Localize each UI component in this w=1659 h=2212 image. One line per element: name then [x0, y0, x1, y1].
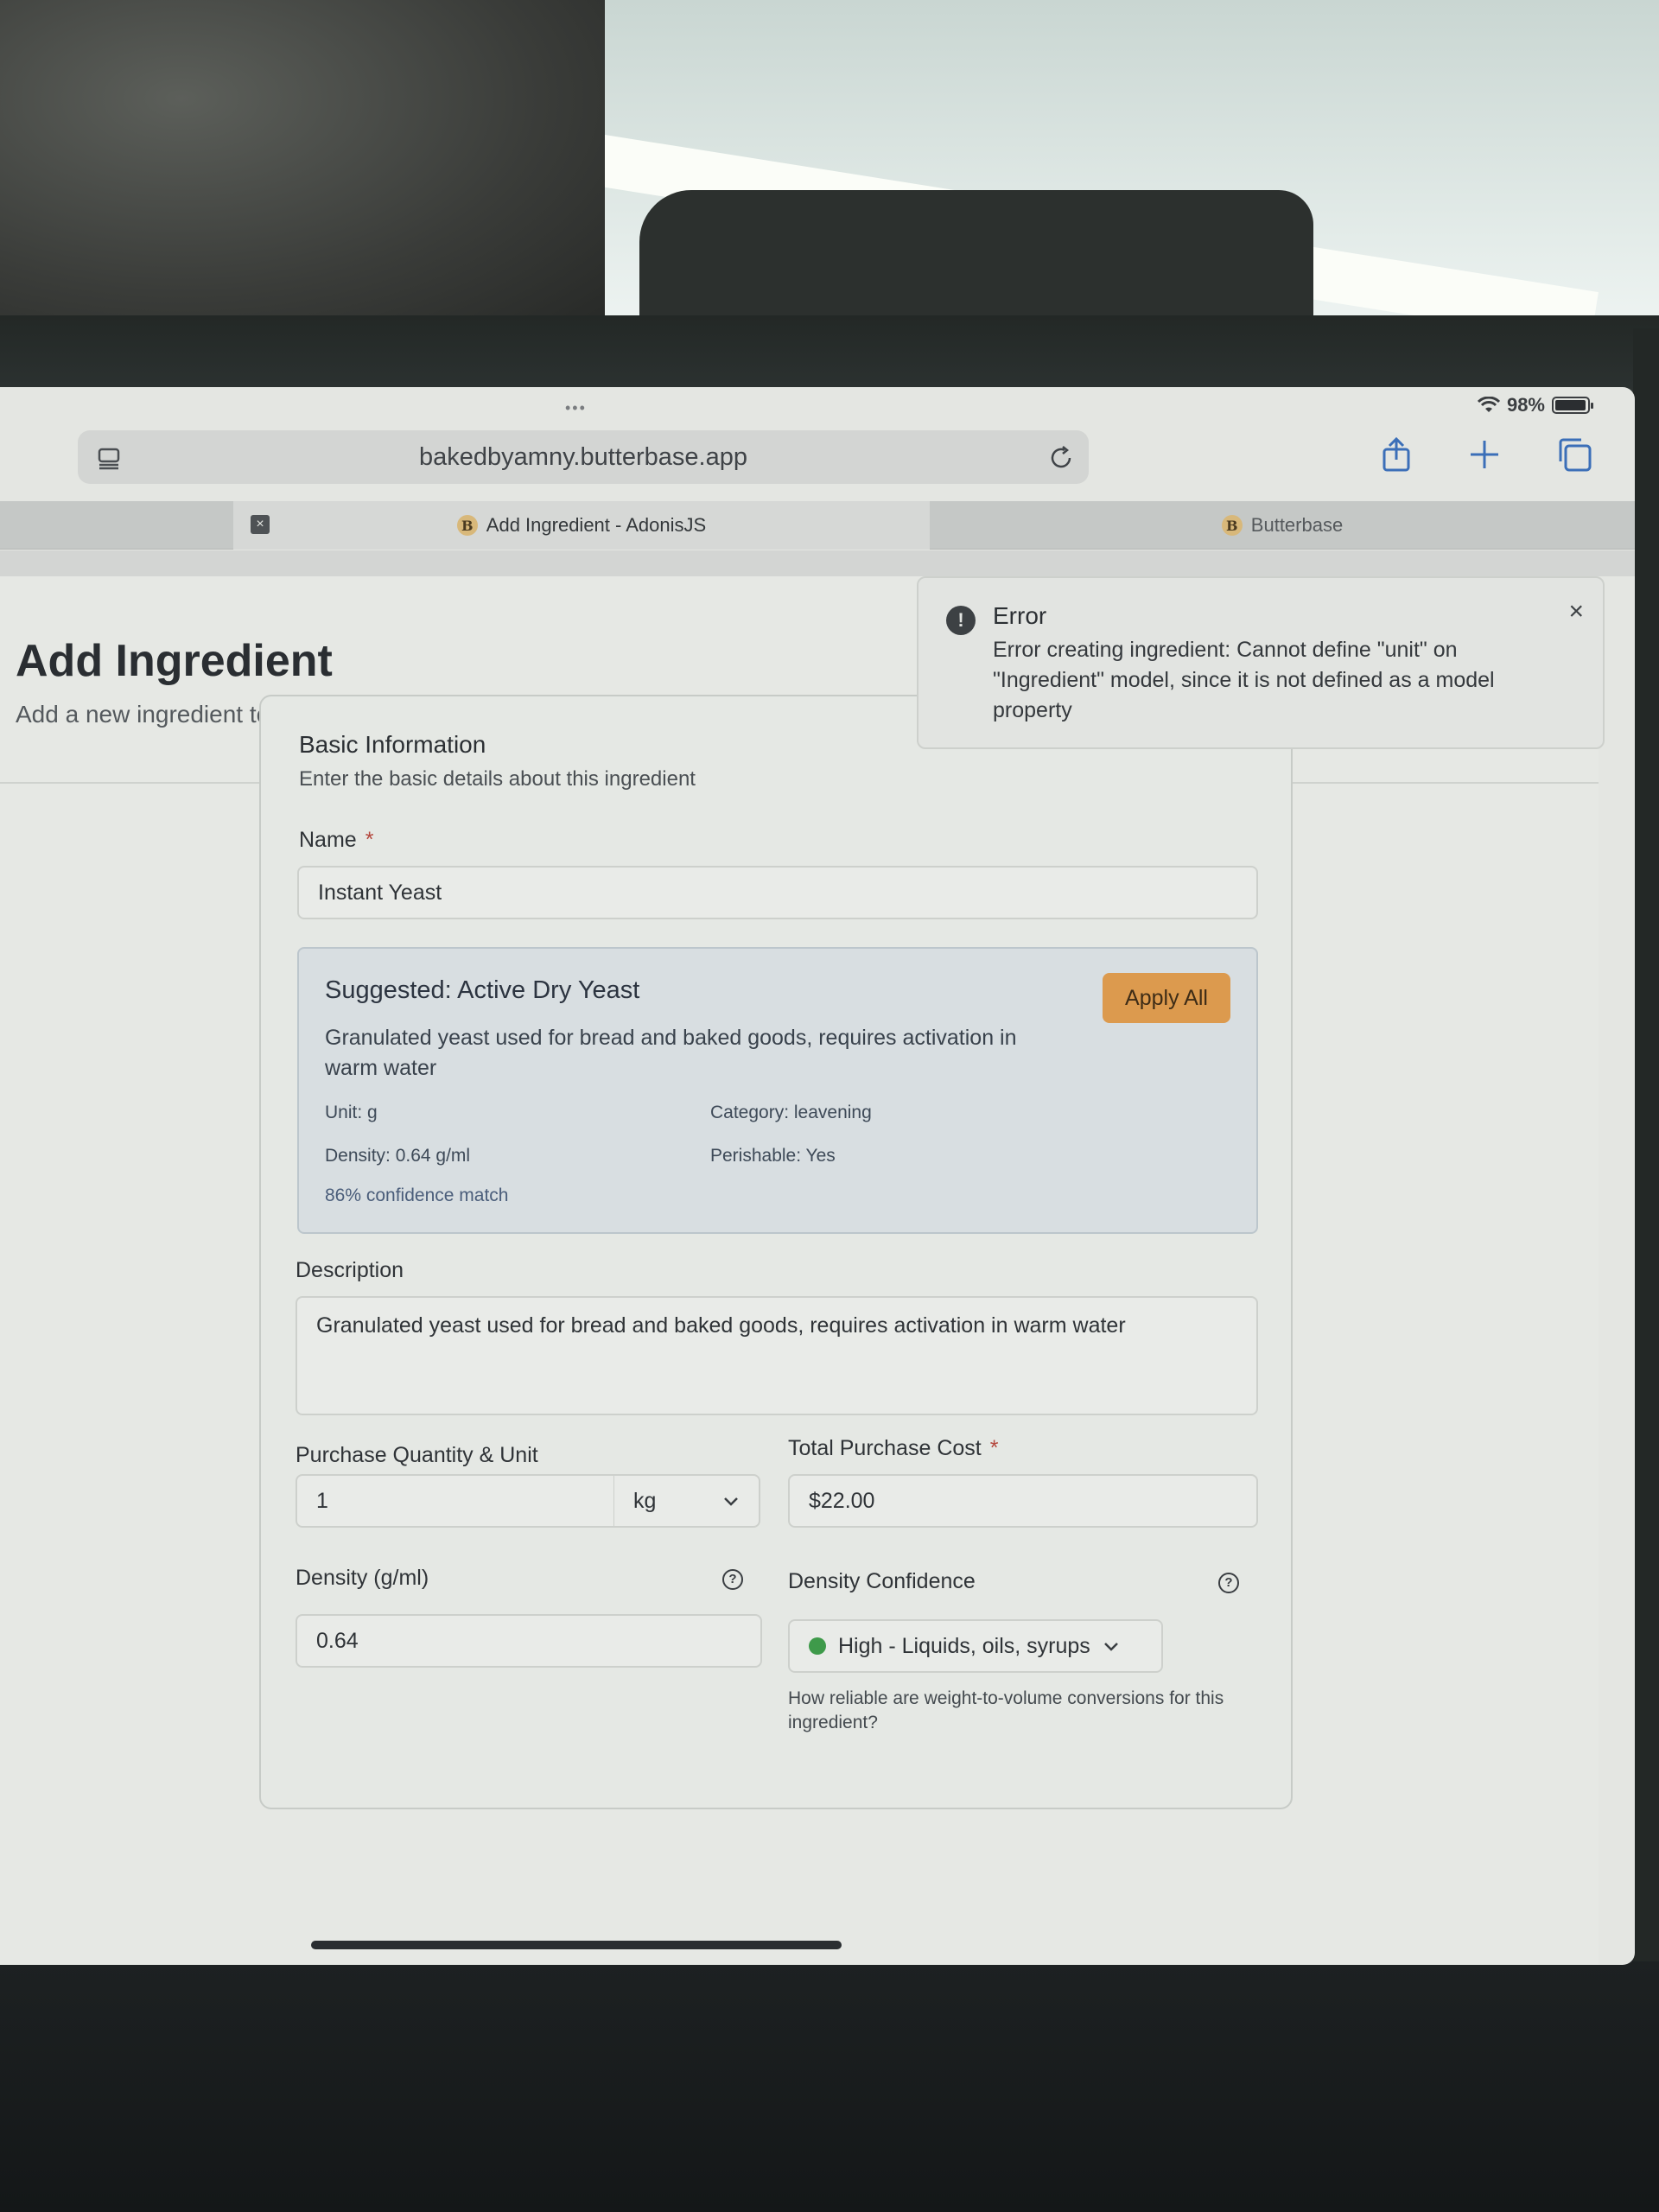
background-wall: [0, 0, 605, 328]
reload-icon[interactable]: [1047, 444, 1075, 472]
tabs-icon[interactable]: [1555, 435, 1593, 474]
section-title: Basic Information: [299, 731, 486, 758]
density-confidence-select[interactable]: High - Liquids, oils, syrups: [788, 1619, 1163, 1673]
suggestion-description: Granulated yeast used for bread and bake…: [325, 1026, 1017, 1080]
description-value: Granulated yeast used for bread and bake…: [316, 1313, 1126, 1338]
suggestion-title: Suggested: Active Dry Yeast: [325, 976, 640, 1004]
status-dot-icon: [809, 1637, 826, 1655]
name-input[interactable]: Instant Yeast: [297, 866, 1258, 919]
chevron-down-icon: [1103, 1643, 1118, 1651]
help-icon[interactable]: ?: [722, 1569, 743, 1590]
url-text: bakedbyamny.butterbase.app: [419, 442, 747, 471]
density-label: Density (g/ml): [296, 1566, 429, 1590]
tab-add-ingredient[interactable]: × B Add Ingredient - AdonisJS: [233, 501, 930, 550]
description-label: Description: [296, 1258, 404, 1282]
density-confidence-label: Density Confidence: [788, 1569, 976, 1593]
favicon-icon: B: [1221, 515, 1243, 536]
section-description: Enter the basic details about this ingre…: [299, 767, 696, 791]
background-room: [0, 0, 1659, 328]
suggestion-density: Density: 0.64 g/ml: [325, 1146, 471, 1166]
tab-label: Butterbase: [1250, 514, 1344, 536]
sidebar-icon[interactable]: [97, 446, 121, 470]
required-mark: *: [989, 1436, 999, 1460]
background-object: [639, 190, 1313, 328]
help-icon[interactable]: ?: [1218, 1573, 1239, 1593]
device-bezel-top: [0, 315, 1659, 393]
description-textarea[interactable]: Granulated yeast used for bread and bake…: [296, 1296, 1258, 1415]
favicon-icon: B: [456, 515, 478, 536]
density-input[interactable]: 0.64: [296, 1614, 762, 1668]
suggestion-perishable: Perishable: Yes: [710, 1146, 836, 1166]
density-value: 0.64: [316, 1628, 359, 1653]
density-confidence-hint: How reliable are weight-to-volume conver…: [788, 1688, 1224, 1732]
battery-icon: [1552, 397, 1593, 414]
battery-percent: 98%: [1506, 394, 1545, 416]
status-indicators: 98%: [1477, 394, 1593, 416]
wifi-icon: [1477, 397, 1500, 412]
name-label-text: Name: [299, 828, 357, 852]
suggestion-category: Category: leavening: [710, 1103, 872, 1122]
toast-message: Error creating ingredient: Cannot define…: [993, 638, 1495, 722]
address-bar[interactable]: bakedbyamny.butterbase.app: [78, 430, 1089, 484]
suggestion-unit: Unit: g: [325, 1103, 378, 1122]
name-label: Name *: [299, 828, 373, 853]
tab-strip: × B Add Ingredient - AdonisJS B Butterba…: [0, 501, 1635, 550]
home-indicator[interactable]: [311, 1941, 842, 1949]
chevron-down-icon: [724, 1497, 738, 1506]
plus-icon[interactable]: [1465, 435, 1503, 474]
page-title: Add Ingredient: [16, 636, 333, 686]
alert-icon: !: [946, 606, 976, 635]
total-cost-value: $22.00: [809, 1488, 875, 1513]
close-icon[interactable]: ×: [251, 515, 270, 534]
tab-butterbase[interactable]: B Butterbase: [930, 501, 1635, 550]
battery-level: [1555, 400, 1586, 410]
basic-information-card: Basic Information Enter the basic detail…: [259, 695, 1293, 1809]
total-cost-input[interactable]: $22.00: [788, 1474, 1258, 1528]
device-bezel-right: [1633, 328, 1659, 1970]
required-mark: *: [365, 828, 374, 852]
quantity-value: 1: [316, 1488, 328, 1513]
purchase-quantity-label: Purchase Quantity & Unit: [296, 1443, 538, 1467]
multitask-handle[interactable]: •••: [565, 399, 587, 417]
status-bar: ••• 98%: [0, 387, 1635, 422]
unit-select-value: kg: [633, 1488, 657, 1513]
name-input-value: Instant Yeast: [318, 880, 442, 905]
cost-label-text: Total Purchase Cost: [788, 1436, 982, 1460]
cost-label: Total Purchase Cost *: [788, 1436, 998, 1461]
density-confidence-value: High - Liquids, oils, syrups: [838, 1633, 1090, 1658]
quantity-input[interactable]: 1: [296, 1474, 615, 1528]
unit-select[interactable]: kg: [613, 1474, 760, 1528]
toast-title: Error: [993, 602, 1047, 629]
suggestion-panel: Suggested: Active Dry Yeast Apply All Gr…: [297, 947, 1258, 1234]
device-bezel-bottom: [0, 1961, 1659, 2212]
error-toast: ! Error Error creating ingredient: Canno…: [917, 576, 1605, 749]
page-top-band: [0, 550, 1635, 576]
suggestion-confidence: 86% confidence match: [325, 1185, 509, 1205]
tab-label: Add Ingredient - AdonisJS: [486, 514, 707, 536]
share-icon[interactable]: [1377, 435, 1415, 474]
close-icon[interactable]: ×: [1568, 597, 1584, 626]
apply-all-button[interactable]: Apply All: [1103, 973, 1230, 1023]
